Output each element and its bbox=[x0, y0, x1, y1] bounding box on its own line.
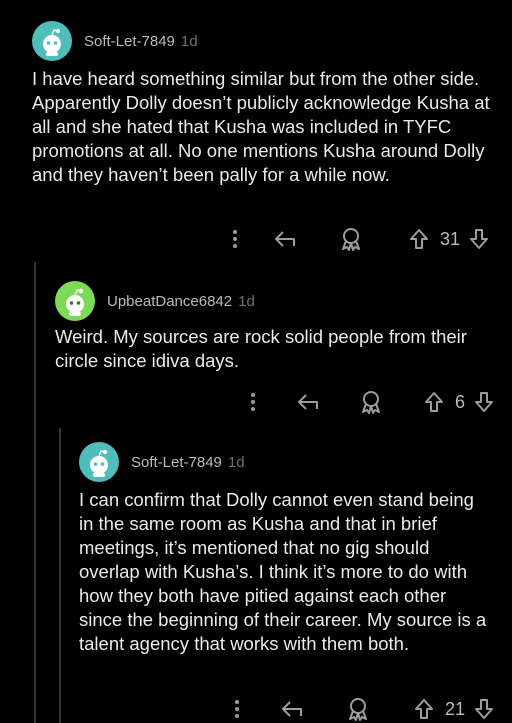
upvote-icon[interactable] bbox=[404, 228, 434, 250]
comment-1: Soft-Let-7849 1d I have heard something … bbox=[32, 21, 502, 187]
award-icon[interactable] bbox=[343, 390, 399, 414]
more-options-icon[interactable] bbox=[217, 699, 257, 719]
snoo-avatar-teal[interactable] bbox=[79, 442, 119, 482]
reply-icon[interactable] bbox=[257, 700, 327, 718]
downvote-icon[interactable] bbox=[466, 228, 492, 250]
username[interactable]: UpbeatDance6842 bbox=[107, 293, 232, 310]
award-icon[interactable] bbox=[320, 227, 382, 251]
comment-body: I can confirm that Dolly cannot even sta… bbox=[79, 489, 487, 654]
comment-body: Weird. My sources are rock solid people … bbox=[55, 326, 467, 371]
award-icon[interactable] bbox=[327, 697, 389, 721]
snoo-icon bbox=[43, 28, 61, 56]
vote-count: 6 bbox=[454, 391, 465, 412]
snoo-icon bbox=[66, 288, 84, 316]
reply-icon[interactable] bbox=[250, 230, 320, 248]
snoo-icon bbox=[90, 449, 108, 477]
snoo-avatar-teal[interactable] bbox=[32, 21, 72, 61]
downvote-icon[interactable] bbox=[471, 391, 497, 413]
more-options-icon[interactable] bbox=[220, 229, 250, 249]
comment-header: Soft-Let-7849 1d bbox=[32, 21, 502, 61]
thread-line-level-2[interactable] bbox=[59, 428, 61, 723]
comment-header: Soft-Let-7849 1d bbox=[79, 442, 499, 482]
comment-header: UpbeatDance6842 1d bbox=[55, 281, 495, 321]
comment-1-actions: 31 bbox=[180, 221, 492, 257]
comment-age: 1d bbox=[227, 453, 245, 471]
username[interactable]: Soft-Let-7849 bbox=[84, 33, 175, 50]
more-options-icon[interactable] bbox=[233, 392, 273, 412]
comment-body: I have heard something similar but from … bbox=[32, 68, 490, 185]
username[interactable]: Soft-Let-7849 bbox=[131, 454, 222, 471]
comment-age: 1d bbox=[180, 32, 198, 50]
upvote-icon[interactable] bbox=[419, 391, 449, 413]
comment-2-actions: 6 bbox=[195, 384, 497, 420]
comment-3: Soft-Let-7849 1d I can confirm that Doll… bbox=[79, 442, 499, 656]
vote-count: 21 bbox=[444, 698, 465, 719]
comment-age: 1d bbox=[238, 292, 255, 310]
comment-thread: Soft-Let-7849 1d I have heard something … bbox=[0, 0, 512, 723]
snoo-avatar-green[interactable] bbox=[55, 281, 95, 321]
upvote-icon[interactable] bbox=[409, 698, 439, 720]
reply-icon[interactable] bbox=[273, 393, 343, 411]
downvote-icon[interactable] bbox=[471, 698, 497, 720]
comment-3-actions: 21 bbox=[188, 691, 497, 723]
thread-line-level-1[interactable] bbox=[34, 262, 36, 723]
comment-2: UpbeatDance6842 1d Weird. My sources are… bbox=[55, 281, 495, 373]
vote-count: 31 bbox=[439, 228, 460, 249]
